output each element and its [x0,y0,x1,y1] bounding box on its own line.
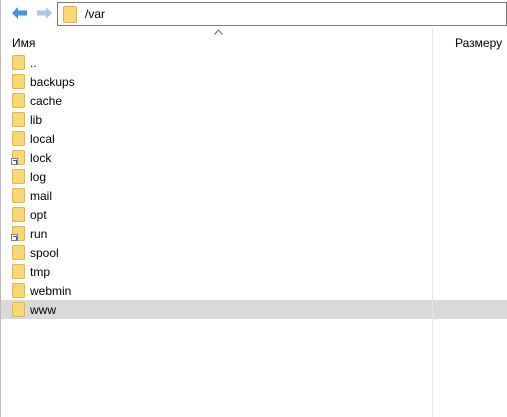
file-size [432,129,507,148]
folder-icon [12,302,26,317]
address-path[interactable]: /var [85,7,105,21]
file-name: tmp [30,265,51,279]
back-button[interactable] [9,4,29,22]
sort-ascending-icon [214,29,223,35]
column-header-size[interactable]: Размеру [455,36,502,50]
list-item[interactable]: webmin [1,281,507,300]
file-name: backups [30,75,75,89]
list-item[interactable]: lock [1,148,507,167]
list-item[interactable]: local [1,129,507,148]
folder-link-icon [11,150,26,165]
folder-icon [12,55,26,70]
list-item[interactable]: backups [1,72,507,91]
file-name: opt [30,208,47,222]
file-name: run [30,227,48,241]
folder-icon [12,264,26,279]
folder-icon [12,207,26,222]
list-item[interactable]: www [1,300,507,319]
forward-button[interactable] [34,4,54,22]
folder-icon [12,112,26,127]
file-browser-window: /var Имя Размеру .. backups cache lib local l… [0,0,507,417]
folder-icon [12,283,26,298]
file-list: .. backups cache lib local lock log mail opt run s… [1,53,507,319]
list-item[interactable]: run [1,224,507,243]
toolbar: /var [1,0,507,29]
file-size [432,224,507,243]
folder-icon [63,5,77,23]
folder-icon [12,131,26,146]
folder-icon [12,245,26,260]
file-size [432,300,507,319]
file-size [432,148,507,167]
folder-link-icon [11,226,26,241]
folder-icon [12,93,26,108]
file-size [432,262,507,281]
list-item[interactable]: lib [1,110,507,129]
file-name: spool [30,246,59,260]
file-size [432,110,507,129]
list-item[interactable]: tmp [1,262,507,281]
list-item[interactable]: log [1,167,507,186]
file-name: webmin [30,284,72,298]
file-name: cache [30,94,63,108]
file-name: local [30,132,55,146]
list-item[interactable]: mail [1,186,507,205]
folder-icon [12,169,26,184]
file-name: lock [30,151,52,165]
folder-icon [12,74,26,89]
list-item[interactable]: .. [1,53,507,72]
shortcut-overlay-icon [11,158,18,165]
list-item[interactable]: cache [1,91,507,110]
list-item[interactable]: opt [1,205,507,224]
file-size [432,91,507,110]
file-size [432,243,507,262]
file-name: .. [30,56,37,70]
list-item[interactable]: spool [1,243,507,262]
column-header-name[interactable]: Имя [12,36,35,50]
address-bar[interactable]: /var [57,2,507,26]
file-name: lib [30,113,43,127]
file-name: log [30,170,47,184]
file-size [432,72,507,91]
file-size [432,167,507,186]
file-size [432,281,507,300]
arrow-left-icon [11,7,27,19]
file-size [432,53,507,72]
file-name: www [30,303,56,317]
file-name: mail [30,189,53,203]
file-size [432,205,507,224]
file-size [432,186,507,205]
folder-icon [12,188,26,203]
arrow-right-icon [36,7,52,19]
shortcut-overlay-icon [11,234,18,241]
